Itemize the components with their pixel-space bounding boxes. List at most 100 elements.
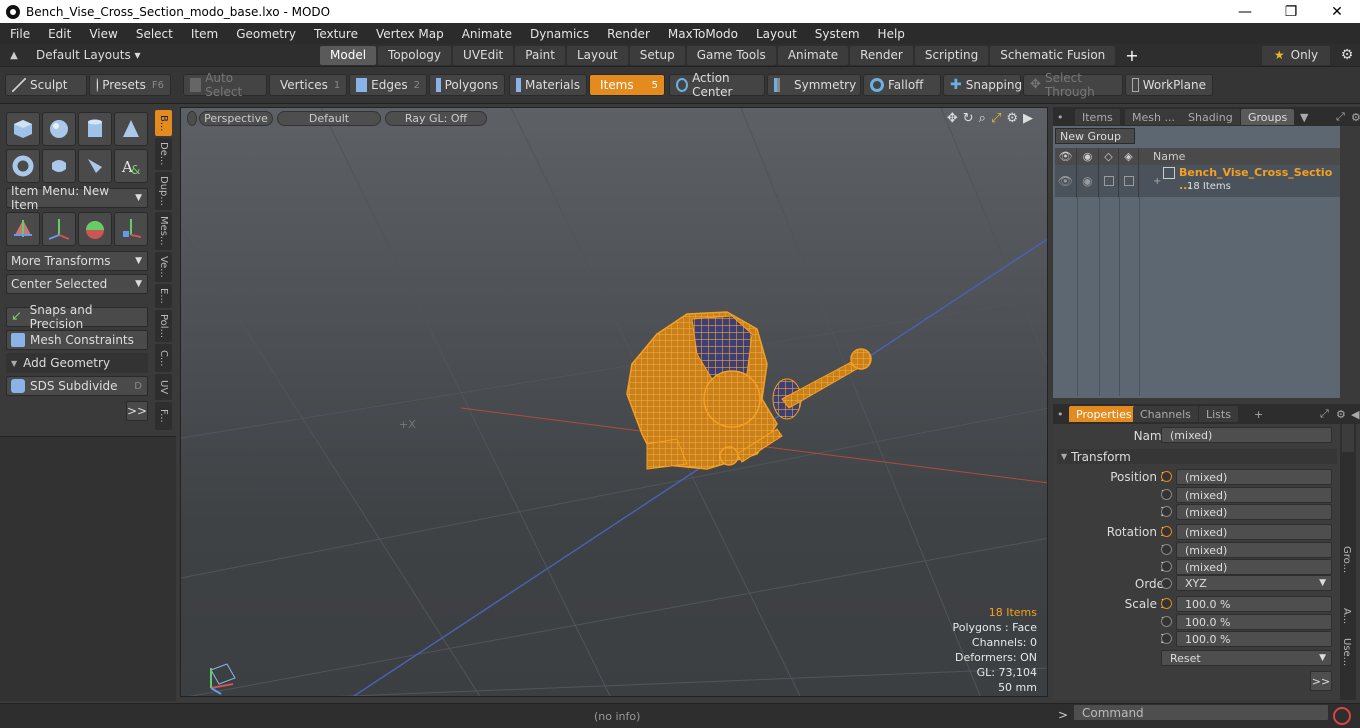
scale-x-keyframe[interactable] <box>1161 598 1172 609</box>
tab-animate[interactable]: Animate <box>777 45 849 65</box>
scale-z-field[interactable]: 100.0 % <box>1176 631 1332 647</box>
rotation-y-keyframe[interactable] <box>1161 544 1172 555</box>
menu-file[interactable]: File <box>0 27 38 41</box>
more-props-button[interactable]: >> <box>1310 671 1332 691</box>
row-visibility-icon[interactable]: 👁 <box>1055 165 1077 197</box>
tab-layout[interactable]: Layout <box>566 45 628 65</box>
menu-dynamics[interactable]: Dynamics <box>520 27 597 41</box>
lock-icon[interactable]: ◇ <box>1099 148 1119 165</box>
vertices-button[interactable]: Vertices 1 <box>269 74 347 96</box>
rotation-z-keyframe[interactable] <box>1161 561 1172 572</box>
name-field[interactable]: (mixed) <box>1161 427 1332 443</box>
rotation-z-field[interactable]: (mixed) <box>1176 559 1332 575</box>
menu-vertex-map[interactable]: Vertex Map <box>366 27 452 41</box>
menu-select[interactable]: Select <box>126 27 181 41</box>
tab-items[interactable]: Items <box>1075 109 1120 125</box>
menu-system[interactable]: System <box>805 27 868 41</box>
item-menu-dropdown[interactable]: Item Menu: New Item ▼ <box>6 184 148 212</box>
vtab-polygon[interactable]: Pol... <box>155 310 172 342</box>
cylinder-primitive-button[interactable] <box>78 112 112 146</box>
pan-icon[interactable]: ✥ <box>947 111 958 126</box>
props-scroll-up[interactable] <box>1342 424 1354 452</box>
reset-dropdown[interactable]: Reset ▼ <box>1161 650 1332 666</box>
vtab-mesh[interactable]: Mes... <box>155 212 172 250</box>
row-lock-checkbox[interactable] <box>1099 165 1119 197</box>
group-row[interactable]: 👁 ◉ + Bench_Vise_Cross_Sectio ... 18 Ite… <box>1055 165 1342 197</box>
maximize-button[interactable]: ❐ <box>1268 0 1314 23</box>
orbit-icon[interactable]: ↻ <box>963 111 974 126</box>
expand-plus-icon[interactable]: + <box>1153 176 1161 187</box>
scale-y-field[interactable]: 100.0 % <box>1176 614 1332 630</box>
tab-schematic-fusion[interactable]: Schematic Fusion <box>990 45 1116 65</box>
position-y-field[interactable]: (mixed) <box>1176 487 1332 503</box>
vtab-fusion[interactable]: F... <box>155 402 172 430</box>
only-toggle[interactable]: ★ Only <box>1262 45 1330 65</box>
select-icon[interactable]: ◈ <box>1119 148 1139 165</box>
zoom-icon[interactable]: ⌕ <box>979 111 986 126</box>
symmetry-button[interactable]: Symmetry <box>767 74 861 96</box>
default-layouts-dropdown[interactable]: Default Layouts ▾ <box>28 48 320 62</box>
rotation-x-keyframe[interactable] <box>1161 526 1172 537</box>
capsule-primitive-button[interactable] <box>42 149 76 183</box>
vtab-vertex[interactable]: Ve... <box>155 252 172 282</box>
settings-gear-icon[interactable]: ⚙ <box>1334 47 1360 63</box>
props-menu-dot[interactable]: • <box>1057 406 1065 422</box>
cube-primitive-button[interactable] <box>6 112 40 146</box>
tab-topology[interactable]: Topology <box>378 45 452 65</box>
polygons-button[interactable]: Polygons <box>429 74 505 96</box>
menu-texture[interactable]: Texture <box>304 27 366 41</box>
side-tab-user[interactable]: Use... <box>1341 638 1352 666</box>
pen-primitive-button[interactable] <box>78 149 112 183</box>
scale-x-field[interactable]: 100.0 % <box>1176 596 1332 612</box>
edges-button[interactable]: Edges 2 <box>349 74 427 96</box>
rotation-y-field[interactable]: (mixed) <box>1176 542 1332 558</box>
scale-z-keyframe[interactable] <box>1161 633 1172 644</box>
workplane-button[interactable]: WorkPlane <box>1125 74 1213 96</box>
vtab-edge[interactable]: E... <box>155 284 172 308</box>
menu-view[interactable]: View <box>79 27 125 41</box>
mesh-constraints-button[interactable]: Mesh Constraints <box>6 330 148 350</box>
visibility-eye-icon[interactable]: 👁 <box>1055 148 1077 165</box>
rotation-x-field[interactable]: (mixed) <box>1176 524 1332 540</box>
tabs-dropdown-icon[interactable]: ▼ <box>1293 109 1315 125</box>
vtab-deform[interactable]: De... <box>155 138 172 170</box>
minimize-button[interactable]: — <box>1222 0 1268 23</box>
row-select-checkbox[interactable] <box>1119 165 1139 197</box>
position-z-keyframe[interactable] <box>1161 506 1172 517</box>
order-dropdown[interactable]: XYZ ▼ <box>1176 575 1332 591</box>
auto-select-button[interactable]: Auto Select <box>183 71 267 99</box>
expand-arrow-icon[interactable]: ▶ <box>1023 111 1033 126</box>
more-tools-button[interactable]: >> <box>126 401 148 421</box>
order-keyframe[interactable] <box>1161 578 1172 589</box>
vtab-curve[interactable]: C... <box>155 344 172 372</box>
panel-settings-icon[interactable]: ⚙ <box>1344 109 1360 125</box>
scale-tool-button[interactable] <box>78 212 112 246</box>
record-macro-icon[interactable] <box>1333 707 1351 725</box>
new-group-button[interactable]: New Group <box>1055 128 1135 144</box>
side-tab-assembly[interactable]: A... <box>1341 608 1352 624</box>
action-center-button[interactable]: Action Center <box>669 71 765 99</box>
scale-y-keyframe[interactable] <box>1161 616 1172 627</box>
tab-model[interactable]: Model <box>320 45 377 65</box>
tab-lists[interactable]: Lists <box>1199 406 1238 422</box>
groups-scrollbar[interactable] <box>1340 126 1356 398</box>
materials-button[interactable]: Materials <box>509 74 587 96</box>
presets-button[interactable]: Presets F6 <box>89 74 171 96</box>
menu-help[interactable]: Help <box>868 27 913 41</box>
render-icon[interactable]: ◉ <box>1077 148 1099 165</box>
raygl-button[interactable]: Ray GL: Off <box>385 111 487 126</box>
tab-render[interactable]: Render <box>850 45 913 65</box>
rotate-tool-button[interactable] <box>42 212 76 246</box>
add-props-tab-button[interactable]: + <box>1247 406 1270 422</box>
close-button[interactable]: ✕ <box>1314 0 1360 23</box>
vtab-duplicate[interactable]: Dup... <box>155 172 172 210</box>
layout-up-icon[interactable]: ▲ <box>0 50 28 61</box>
menu-geometry[interactable]: Geometry <box>226 27 304 41</box>
falloff-button[interactable]: Falloff <box>863 74 941 96</box>
side-tab-groups[interactable]: Gro... <box>1341 546 1352 573</box>
tab-shading[interactable]: Shading <box>1181 109 1240 125</box>
tab-scripting[interactable]: Scripting <box>914 45 989 65</box>
add-tab-button[interactable]: + <box>1117 46 1146 65</box>
tab-channels[interactable]: Channels <box>1133 406 1198 422</box>
command-input[interactable]: Command <box>1073 704 1329 721</box>
